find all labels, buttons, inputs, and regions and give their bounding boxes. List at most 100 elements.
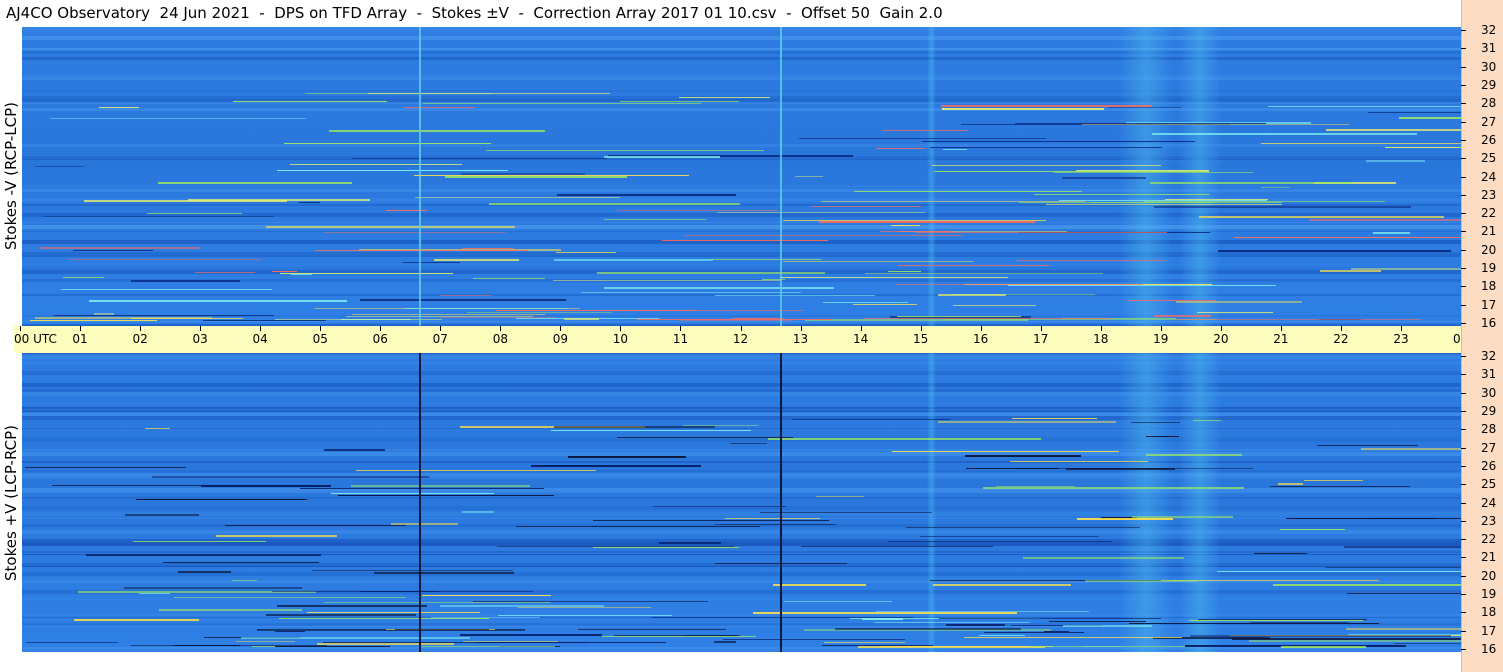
y-tick-label: 30 <box>1481 385 1497 400</box>
interference-line <box>329 129 545 132</box>
interference-line <box>753 611 1017 614</box>
interference-line <box>780 276 1008 278</box>
x-tick-mark <box>140 326 142 331</box>
interference-line <box>86 553 321 556</box>
y-tick-label: 19 <box>1481 587 1497 602</box>
interference-line <box>1154 205 1411 208</box>
y-tick-label: 24 <box>1481 495 1497 510</box>
interference-line <box>473 278 545 280</box>
interference-line <box>854 191 1082 193</box>
interference-line <box>816 495 864 497</box>
spectrogram-band <box>22 650 1461 652</box>
y-tick-label: 19 <box>1481 261 1497 276</box>
interference-line <box>1368 111 1461 113</box>
spectrogram-band <box>22 189 1461 192</box>
spectrogram-band <box>22 222 1461 223</box>
interference-line <box>874 621 1030 623</box>
interference-line <box>853 303 917 305</box>
interference-line <box>1144 201 1385 203</box>
interference-line <box>1198 618 1367 620</box>
interference-line <box>275 318 442 320</box>
y-tick-mark <box>1461 194 1466 196</box>
interference-line <box>61 289 272 291</box>
spectrogram-band <box>22 186 1461 187</box>
interference-line <box>653 505 786 507</box>
spectrogram-glow <box>926 353 936 652</box>
interference-line <box>216 535 337 538</box>
interference-line <box>966 468 1059 470</box>
interference-line <box>1152 132 1417 135</box>
y-tick-mark <box>1461 66 1466 68</box>
y-tick-label: 21 <box>1481 550 1497 565</box>
spectrogram-glow <box>1178 353 1221 652</box>
y-tick-label: 23 <box>1481 513 1497 528</box>
interference-line <box>498 615 672 617</box>
interference-line <box>933 584 1071 587</box>
interference-line <box>158 181 352 184</box>
spectrogram-band <box>22 566 1461 567</box>
spectrogram-band <box>22 78 1461 80</box>
interference-line <box>531 464 701 467</box>
interference-line <box>395 628 489 630</box>
x-tick-label: 20 <box>1213 332 1229 346</box>
spectrogram-band <box>22 165 1461 167</box>
interference-line <box>133 540 266 542</box>
interference-line <box>486 149 764 151</box>
interference-line <box>1280 528 1345 530</box>
interference-line <box>554 258 713 261</box>
interference-line <box>554 425 715 428</box>
interference-line <box>299 201 320 203</box>
interference-line <box>1273 584 1461 587</box>
spectrogram-band <box>22 440 1461 442</box>
interference-line <box>275 630 305 632</box>
interference-line <box>434 258 519 261</box>
interference-line <box>942 108 1104 111</box>
x-tick-label: 10 <box>612 332 629 346</box>
y-tick-label: 29 <box>1481 77 1497 92</box>
interference-line <box>1366 160 1425 163</box>
spectrogram-band <box>22 626 1461 627</box>
interference-line <box>715 295 875 297</box>
interference-line <box>445 175 627 178</box>
interference-line <box>440 294 491 296</box>
interference-line <box>414 174 689 176</box>
y-tick-mark <box>1461 176 1466 178</box>
spectrogram-top-panel <box>22 27 1461 326</box>
interference-line <box>279 617 489 619</box>
interference-line <box>1281 645 1366 648</box>
y-tick-mark <box>1461 48 1466 50</box>
interference-line <box>1189 620 1363 622</box>
interference-line <box>1218 249 1451 252</box>
y-tick-mark <box>1461 139 1466 141</box>
interference-line <box>131 645 327 647</box>
x-tick-label: 18 <box>1093 332 1109 346</box>
spectrogram-band <box>22 599 1461 600</box>
interference-line <box>233 101 387 103</box>
interference-line <box>1344 546 1461 549</box>
y-tick-mark <box>1461 103 1466 105</box>
interference-line <box>1062 177 1146 180</box>
interference-line <box>272 271 297 273</box>
x-tick-mark <box>560 326 562 331</box>
interference-line <box>346 315 533 317</box>
y-tick-mark <box>1461 374 1466 376</box>
y-tick-mark <box>1461 575 1466 577</box>
interference-line <box>43 216 274 218</box>
spectrogram-glow <box>1118 353 1173 652</box>
interference-line <box>865 272 1103 274</box>
interference-line <box>659 542 721 545</box>
y-tick-label: 17 <box>1481 297 1497 312</box>
spectrogram-band <box>22 102 1461 104</box>
y-tick-mark <box>1461 268 1466 270</box>
interference-line <box>685 235 963 237</box>
interference-line <box>99 107 139 109</box>
interference-line <box>232 580 257 582</box>
y-tick-label: 24 <box>1481 169 1497 184</box>
spectrogram-band <box>22 530 1461 534</box>
interference-line <box>553 280 780 282</box>
interference-line <box>277 604 427 607</box>
y-tick-label: 25 <box>1481 477 1497 492</box>
spectrogram-band <box>22 461 1461 463</box>
interference-line <box>1261 187 1290 189</box>
y-tick-mark <box>1461 213 1466 215</box>
